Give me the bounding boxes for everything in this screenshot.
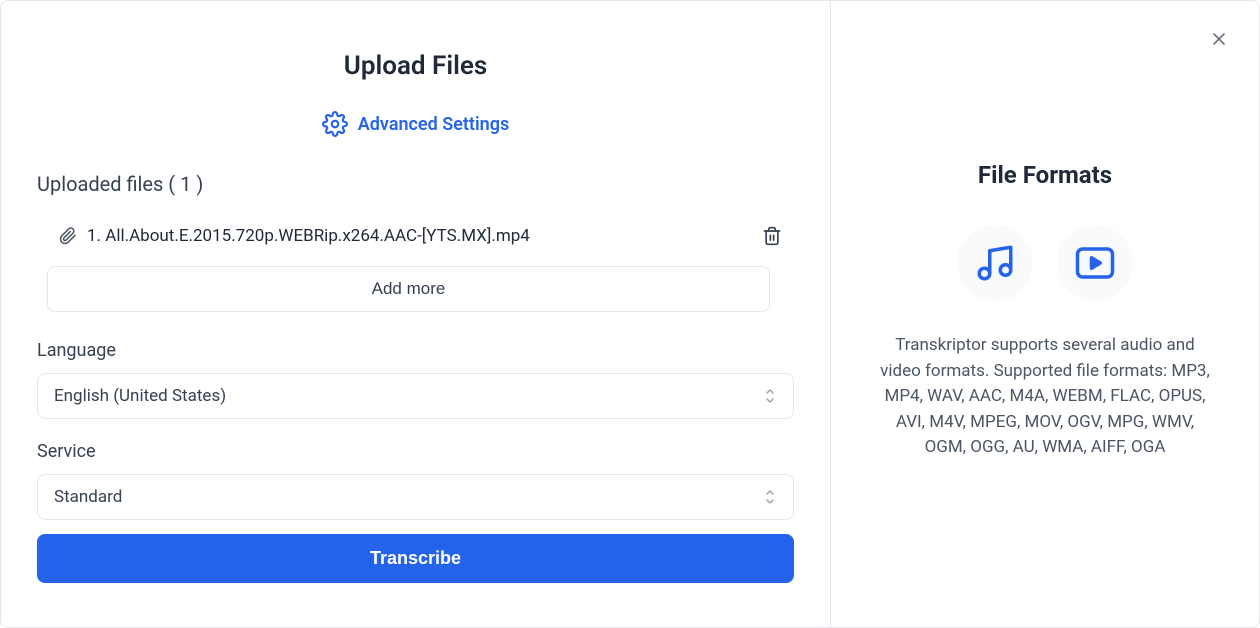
close-icon[interactable] (1209, 29, 1229, 49)
file-info: 1. All.About.E.2015.720p.WEBRip.x264.AAC… (59, 226, 530, 246)
upload-panel: Upload Files Advanced Settings Uploaded … (1, 1, 831, 627)
page-title: Upload Files (37, 51, 794, 81)
formats-description: Transkriptor supports several audio and … (875, 333, 1215, 461)
modal-container: Upload Files Advanced Settings Uploaded … (0, 0, 1260, 628)
file-name: 1. All.About.E.2015.720p.WEBRip.x264.AAC… (87, 226, 530, 246)
service-label: Service (37, 441, 794, 462)
advanced-settings-label: Advanced Settings (358, 114, 509, 135)
language-select[interactable]: English (United States) (37, 373, 794, 419)
chevron-updown-icon (763, 387, 777, 405)
service-select[interactable]: Standard (37, 474, 794, 520)
formats-title: File Formats (978, 161, 1112, 189)
advanced-settings-button[interactable]: Advanced Settings (37, 111, 794, 137)
audio-format-icon-wrap (957, 225, 1033, 301)
gear-icon (322, 111, 348, 137)
music-icon (974, 242, 1016, 284)
language-label: Language (37, 340, 794, 361)
language-value: English (United States) (54, 386, 226, 406)
video-icon (1074, 242, 1116, 284)
uploaded-files-label: Uploaded files ( 1 ) (37, 172, 794, 196)
info-panel: File Formats (831, 1, 1259, 627)
video-format-icon-wrap (1057, 225, 1133, 301)
trash-icon[interactable] (762, 226, 782, 246)
add-more-label: Add more (372, 279, 446, 298)
service-value: Standard (54, 487, 122, 507)
chevron-updown-icon (763, 488, 777, 506)
transcribe-button[interactable]: Transcribe (37, 534, 794, 583)
file-row: 1. All.About.E.2015.720p.WEBRip.x264.AAC… (37, 220, 794, 252)
paperclip-icon (59, 227, 77, 245)
formats-icon-row (957, 225, 1133, 301)
transcribe-label: Transcribe (370, 548, 461, 568)
add-more-button[interactable]: Add more (47, 266, 770, 312)
